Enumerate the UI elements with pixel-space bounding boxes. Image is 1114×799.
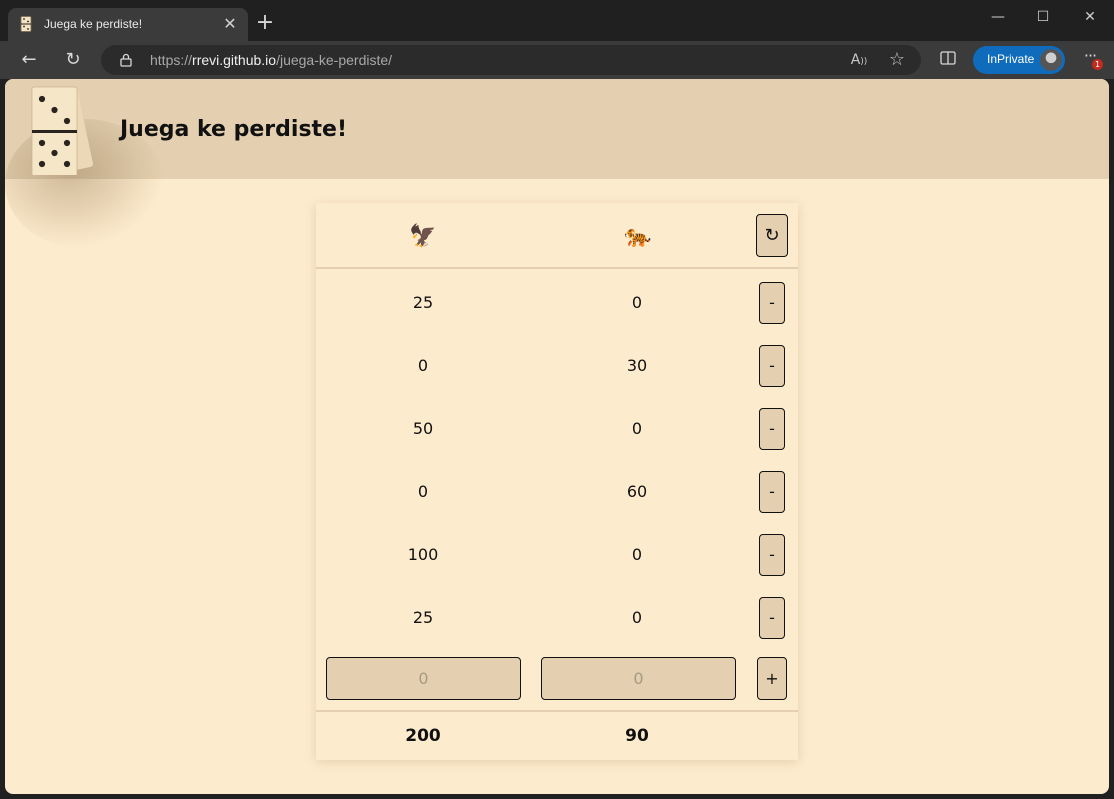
address-bar[interactable]: https://rrevi.github.io/juega-ke-perdist… — [101, 45, 921, 75]
tab-title: Juega ke perdiste! — [44, 17, 143, 31]
score-cell-team-a: 0 — [417, 356, 429, 375]
domino-icon — [31, 86, 93, 175]
title-bar: Juega ke perdiste! ✕ + — ☐ ✕ — [0, 0, 1114, 41]
score-cell-team-a: 100 — [407, 545, 439, 564]
page-title: Juega ke perdiste! — [120, 117, 348, 142]
remove-row-button[interactable]: - — [759, 282, 785, 324]
browser-toolbar: ← ↻ https://rrevi.github.io/juega-ke-per… — [0, 41, 1114, 79]
score-row: 0 60 - — [316, 460, 798, 523]
team-b-score-input[interactable] — [541, 657, 736, 700]
url-text[interactable]: https://rrevi.github.io/juega-ke-perdist… — [150, 52, 392, 68]
remove-row-button[interactable]: - — [759, 534, 785, 576]
score-cell-team-a: 0 — [417, 482, 429, 501]
inprivate-button[interactable]: InPrivate — [973, 46, 1065, 74]
plus-icon[interactable]: + — [255, 12, 275, 34]
score-cell-team-b: 0 — [631, 545, 643, 564]
new-score-row: + — [316, 655, 798, 710]
score-row: 50 0 - — [316, 397, 798, 460]
read-aloud-icon[interactable]: A)) — [848, 49, 870, 71]
team-a-total: 200 — [405, 726, 441, 746]
team-b-total: 90 — [625, 726, 649, 746]
star-icon[interactable]: ☆ — [886, 49, 908, 71]
team-a-score-input[interactable] — [326, 657, 521, 700]
score-cell-team-a: 25 — [412, 608, 434, 627]
score-card: 🦅 🐅 ↻ 25 0 - 0 30 - 50 0 - 0 60 - 100 0 … — [316, 203, 798, 760]
remove-row-button[interactable]: - — [759, 345, 785, 387]
remove-row-button[interactable]: - — [759, 597, 785, 639]
score-cell-team-a: 25 — [412, 293, 434, 312]
totals-row: 200 90 — [316, 710, 798, 760]
maximize-icon[interactable]: ☐ — [1028, 6, 1058, 28]
refresh-icon[interactable]: ↻ — [62, 49, 84, 71]
score-cell-team-a: 50 — [412, 419, 434, 438]
inprivate-label: InPrivate — [987, 52, 1035, 66]
window-close-icon[interactable]: ✕ — [1075, 6, 1105, 28]
close-icon[interactable]: ✕ — [220, 14, 240, 34]
back-arrow-icon[interactable]: ← — [18, 49, 40, 71]
score-cell-team-b: 0 — [631, 608, 643, 627]
domino-icon — [20, 16, 32, 32]
tiger-icon: 🐅 — [624, 224, 652, 249]
browser-tab[interactable]: Juega ke perdiste! ✕ — [8, 8, 248, 41]
lock-icon — [120, 53, 132, 67]
add-score-button[interactable]: + — [757, 657, 787, 700]
score-row: 0 30 - — [316, 334, 798, 397]
avatar — [1040, 49, 1062, 71]
score-cell-team-b: 0 — [631, 419, 643, 438]
team-header: 🦅 🐅 ↻ — [316, 203, 798, 269]
score-cell-team-b: 60 — [626, 482, 648, 501]
minimize-icon[interactable]: — — [983, 6, 1013, 28]
page-viewport: Juega ke perdiste! 🦅 🐅 ↻ 25 0 - 0 30 - 5… — [5, 79, 1109, 794]
score-row: 100 0 - — [316, 523, 798, 586]
page-header: Juega ke perdiste! — [5, 79, 1109, 249]
split-screen-icon[interactable] — [937, 49, 959, 71]
remove-row-button[interactable]: - — [759, 471, 785, 513]
notification-badge: 1 — [1092, 59, 1103, 70]
reset-button[interactable]: ↻ — [756, 214, 788, 257]
score-cell-team-b: 30 — [626, 356, 648, 375]
remove-row-button[interactable]: - — [759, 408, 785, 450]
score-row: 25 0 - — [316, 586, 798, 649]
score-cell-team-b: 0 — [631, 293, 643, 312]
score-row: 25 0 - — [316, 271, 798, 334]
eagle-icon: 🦅 — [409, 224, 437, 249]
